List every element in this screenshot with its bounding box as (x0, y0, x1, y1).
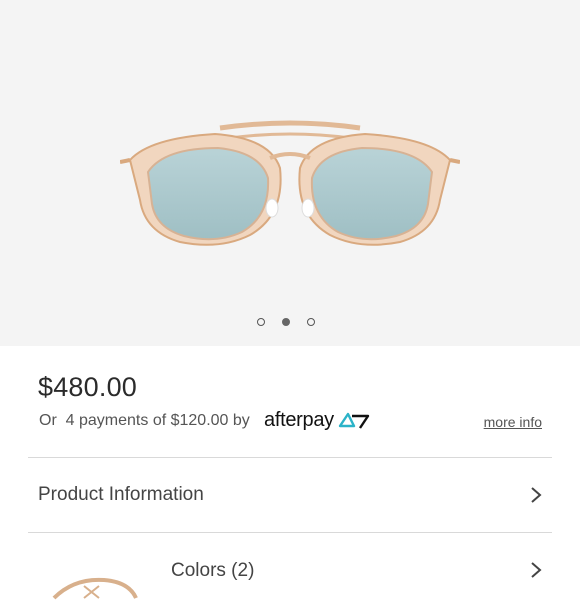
product-information-row[interactable]: Product Information (0, 458, 580, 532)
carousel-dot-1[interactable] (257, 318, 265, 326)
chevron-right-icon (531, 562, 542, 578)
afterpay-logo: afterpay (264, 409, 334, 431)
sunglasses-image (120, 120, 460, 246)
more-info-link[interactable]: more info (484, 414, 542, 430)
colors-label: Colors (2) (171, 560, 255, 581)
installments-text: Or 4 payments of $120.00 by (39, 412, 250, 429)
afterpay-arrows-icon (338, 412, 370, 429)
colors-row[interactable]: Colors (2) (0, 533, 580, 600)
chevron-right-icon (531, 487, 542, 503)
carousel-indicator (0, 318, 580, 330)
carousel-dot-2[interactable] (282, 318, 290, 326)
product-price: $480.00 (38, 372, 137, 402)
product-information-label: Product Information (38, 484, 204, 505)
color-thumbnail-image (52, 577, 138, 600)
carousel-dot-3[interactable] (307, 318, 315, 326)
product-image-area[interactable] (0, 0, 580, 346)
